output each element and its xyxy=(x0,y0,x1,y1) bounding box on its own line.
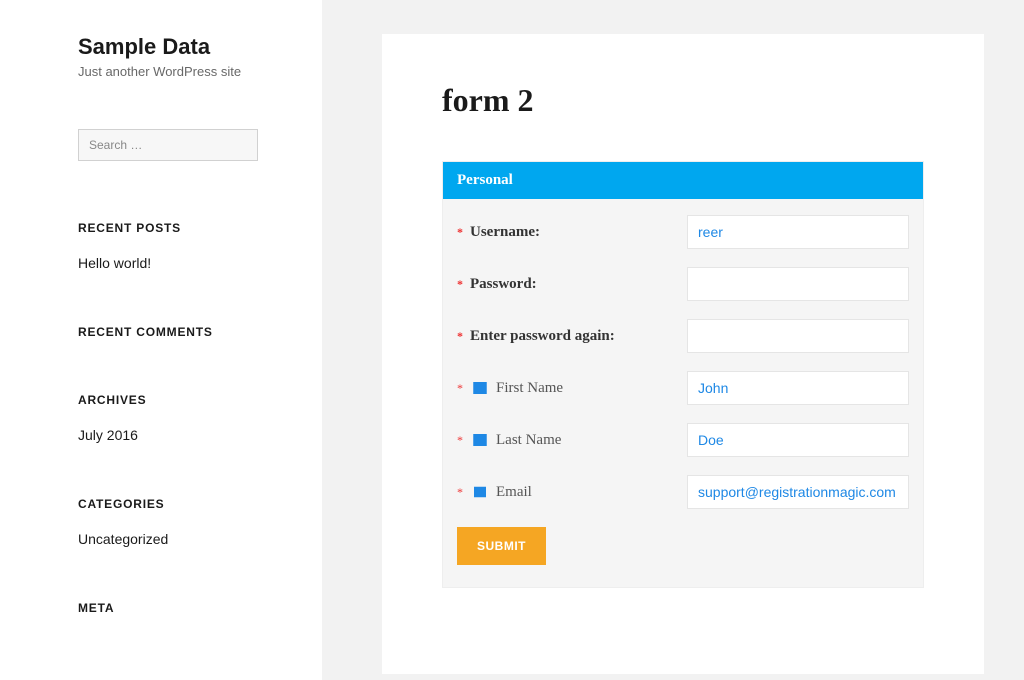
widget-categories: CATEGORIES Uncategorized xyxy=(78,497,292,547)
submit-button[interactable]: SUBMIT xyxy=(457,527,546,565)
site-tagline: Just another WordPress site xyxy=(78,64,292,79)
label-email: * Email xyxy=(457,482,687,502)
label-text-first-name: First Name xyxy=(496,380,563,397)
row-password-again: * Enter password again: xyxy=(457,319,909,353)
required-marker: * xyxy=(457,434,463,446)
widget-recent-posts: RECENT POSTS Hello world! xyxy=(78,221,292,271)
form-body: * Username: * Password: xyxy=(443,199,923,587)
widget-meta: META xyxy=(78,601,292,615)
username-input[interactable] xyxy=(687,215,909,249)
widget-archives: ARCHIVES July 2016 xyxy=(78,393,292,443)
submit-row: SUBMIT xyxy=(457,527,909,565)
row-first-name: * First Name xyxy=(457,371,909,405)
content-card: form 2 Personal * Username: xyxy=(382,34,984,674)
required-marker: * xyxy=(457,226,463,238)
required-marker: * xyxy=(457,330,463,342)
label-text-password-again: Enter password again: xyxy=(470,328,615,345)
category-item[interactable]: Uncategorized xyxy=(78,531,292,547)
widget-recent-comments: RECENT COMMENTS xyxy=(78,325,292,339)
last-name-input[interactable] xyxy=(687,423,909,457)
row-password: * Password: xyxy=(457,267,909,301)
password-input[interactable] xyxy=(687,267,909,301)
label-password-again: * Enter password again: xyxy=(457,328,687,345)
email-input[interactable] xyxy=(687,475,909,509)
label-text-password: Password: xyxy=(470,276,537,293)
required-marker: * xyxy=(457,486,463,498)
main-content: form 2 Personal * Username: xyxy=(322,0,1024,680)
widget-title-meta: META xyxy=(78,601,292,615)
recent-post-item[interactable]: Hello world! xyxy=(78,255,292,271)
first-name-input[interactable] xyxy=(687,371,909,405)
widget-title-categories: CATEGORIES xyxy=(78,497,292,511)
form-container: Personal * Username: * xyxy=(442,161,924,588)
sidebar: Sample Data Just another WordPress site … xyxy=(0,0,322,680)
site-title[interactable]: Sample Data xyxy=(78,34,292,60)
row-username: * Username: xyxy=(457,215,909,249)
label-text-username: Username: xyxy=(470,224,540,241)
widget-title-recent-comments: RECENT COMMENTS xyxy=(78,325,292,339)
label-first-name: * First Name xyxy=(457,378,687,398)
widget-title-archives: ARCHIVES xyxy=(78,393,292,407)
required-marker: * xyxy=(457,382,463,394)
search-input[interactable] xyxy=(78,129,258,161)
required-marker: * xyxy=(457,278,463,290)
form-section-header: Personal xyxy=(443,162,923,199)
row-last-name: * Last Name xyxy=(457,423,909,457)
page-title: form 2 xyxy=(442,82,924,119)
archive-item[interactable]: July 2016 xyxy=(78,427,292,443)
widget-title-recent-posts: RECENT POSTS xyxy=(78,221,292,235)
person-icon xyxy=(470,378,490,398)
label-text-last-name: Last Name xyxy=(496,432,561,449)
label-username: * Username: xyxy=(457,224,687,241)
label-text-email: Email xyxy=(496,484,532,501)
mail-icon xyxy=(470,482,490,502)
person-icon xyxy=(470,430,490,450)
label-password: * Password: xyxy=(457,276,687,293)
password-again-input[interactable] xyxy=(687,319,909,353)
label-last-name: * Last Name xyxy=(457,430,687,450)
row-email: * Email xyxy=(457,475,909,509)
